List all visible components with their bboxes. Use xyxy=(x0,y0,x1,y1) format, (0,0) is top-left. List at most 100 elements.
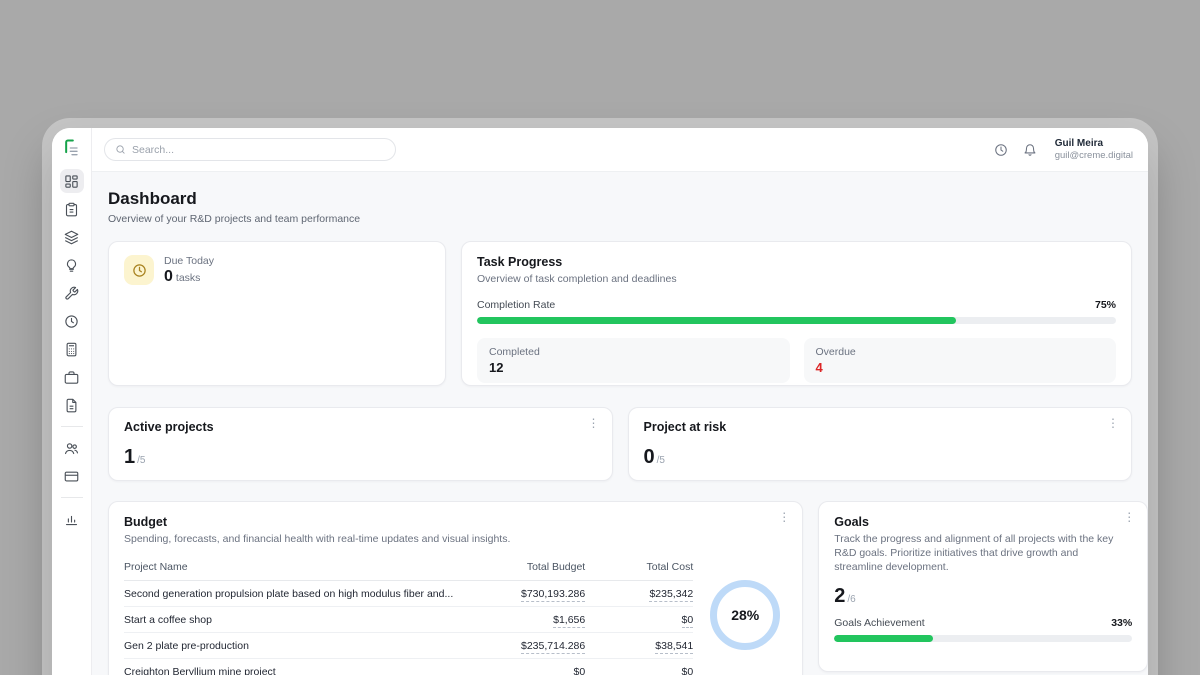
project-name: Creighton Beryllium mine project xyxy=(124,666,463,675)
lightbulb-icon xyxy=(64,258,79,273)
users-icon xyxy=(64,441,79,456)
total-cost-value[interactable]: $0 xyxy=(682,666,694,675)
budget-donut-area: 28% xyxy=(703,558,787,675)
row-summary: Due Today 0tasks Task Progress Overview … xyxy=(108,241,1132,386)
goals-achievement-value: 33% xyxy=(1111,617,1132,629)
user-email: guil@creme.digital xyxy=(1055,150,1133,161)
dashboard-content: Dashboard Overview of your R&D projects … xyxy=(92,172,1148,675)
sidebar-item-portfolio[interactable] xyxy=(60,365,84,389)
sidebar-item-projects[interactable] xyxy=(60,225,84,249)
active-projects-card: ⋮ Active projects 1/5 xyxy=(108,407,613,481)
overdue-label: Overdue xyxy=(816,346,1105,358)
sidebar-item-tasks[interactable] xyxy=(60,197,84,221)
table-row: Creighton Beryllium mine project $0 $0 xyxy=(124,659,693,675)
sidebar-item-dashboard[interactable] xyxy=(60,169,84,193)
total-cost-value[interactable]: $38,541 xyxy=(655,640,693,654)
column-project-name: Project Name xyxy=(124,561,463,573)
sidebar-item-ideas[interactable] xyxy=(60,253,84,277)
task-progress-subtitle: Overview of task completion and deadline… xyxy=(477,272,1116,286)
due-today-clock-badge xyxy=(124,255,154,285)
due-today-unit: tasks xyxy=(176,272,201,284)
layers-icon xyxy=(64,230,79,245)
completed-stat-box: Completed 12 xyxy=(477,338,790,383)
calculator-icon xyxy=(64,342,79,357)
clock-icon xyxy=(994,143,1008,157)
table-row: Start a coffee shop $1,656 $0 xyxy=(124,607,693,633)
sidebar-item-billing[interactable] xyxy=(60,464,84,488)
row-projects: ⋮ Active projects 1/5 ⋮ Project at risk … xyxy=(108,407,1132,481)
sidebar-item-calculator[interactable] xyxy=(60,337,84,361)
sidebar-nav xyxy=(60,169,84,531)
due-today-value: 0 xyxy=(164,268,173,285)
search-input[interactable] xyxy=(132,144,385,156)
goals-value: 2 xyxy=(834,585,845,607)
credit-card-icon xyxy=(64,469,79,484)
table-row: Gen 2 plate pre-production $235,714.286 … xyxy=(124,633,693,659)
task-progress-card: Task Progress Overview of task completio… xyxy=(461,241,1132,386)
project-name: Start a coffee shop xyxy=(124,614,463,626)
goals-subtitle: Track the progress and alignment of all … xyxy=(834,532,1122,575)
app-window: V1.0 Guil Meira xyxy=(52,128,1148,675)
search-icon xyxy=(115,144,126,155)
completed-label: Completed xyxy=(489,346,778,358)
sidebar-divider xyxy=(61,497,83,498)
main-area: Guil Meira guil@creme.digital Dashboard … xyxy=(92,128,1148,675)
budget-card: ⋮ Budget Spending, forecasts, and financ… xyxy=(108,501,803,675)
goals-menu-button[interactable]: ⋮ xyxy=(1123,511,1135,523)
wrench-icon xyxy=(64,286,79,301)
budget-percent-donut: 28% xyxy=(710,580,780,650)
sidebar-item-team[interactable] xyxy=(60,436,84,460)
total-budget-value[interactable]: $235,714.286 xyxy=(521,640,585,654)
sidebar-item-tools[interactable] xyxy=(60,281,84,305)
bar-chart-icon xyxy=(64,512,79,527)
goals-achievement-label: Goals Achievement xyxy=(834,617,924,629)
task-progress-title: Task Progress xyxy=(477,255,1116,269)
total-budget-value[interactable]: $1,656 xyxy=(553,614,585,628)
sidebar-item-reports[interactable] xyxy=(60,507,84,531)
dashboard-grid-icon xyxy=(64,174,79,189)
bell-icon xyxy=(1023,143,1037,157)
due-today-card: Due Today 0tasks xyxy=(108,241,446,386)
due-today-label: Due Today xyxy=(164,255,214,267)
history-button[interactable] xyxy=(994,143,1008,157)
app-logo[interactable] xyxy=(61,137,83,159)
project-at-risk-total: /5 xyxy=(657,455,665,466)
sidebar-item-time[interactable] xyxy=(60,309,84,333)
budget-subtitle: Spending, forecasts, and financial healt… xyxy=(124,532,787,546)
total-budget-value[interactable]: $730,193.286 xyxy=(521,588,585,602)
active-projects-menu-button[interactable]: ⋮ xyxy=(588,417,600,429)
clock-icon xyxy=(64,314,79,329)
logo-icon xyxy=(62,138,82,158)
sidebar: V1.0 xyxy=(52,128,92,675)
goals-total: /6 xyxy=(847,594,855,605)
column-total-cost: Total Cost xyxy=(585,561,693,573)
completion-progress-fill xyxy=(477,317,956,324)
completed-value: 12 xyxy=(489,360,778,375)
user-menu[interactable]: Guil Meira guil@creme.digital xyxy=(1055,138,1133,161)
overdue-stat-box: Overdue 4 xyxy=(804,338,1117,383)
page-title: Dashboard xyxy=(108,189,1132,209)
clock-icon xyxy=(132,263,147,278)
budget-percent-value: 28% xyxy=(731,607,759,623)
project-at-risk-value: 0 xyxy=(644,446,655,468)
active-projects-value: 1 xyxy=(124,446,135,468)
row-budget-goals: ⋮ Budget Spending, forecasts, and financ… xyxy=(108,501,1132,675)
total-cost-value[interactable]: $235,342 xyxy=(649,588,693,602)
desktop-background: V1.0 Guil Meira xyxy=(0,0,1200,675)
total-budget-value[interactable]: $0 xyxy=(574,666,586,675)
total-cost-value[interactable]: $0 xyxy=(682,614,694,628)
search-input-wrap xyxy=(104,138,396,161)
project-at-risk-menu-button[interactable]: ⋮ xyxy=(1107,417,1119,429)
clipboard-icon xyxy=(64,202,79,217)
sidebar-item-documents[interactable] xyxy=(60,393,84,417)
budget-title: Budget xyxy=(124,515,787,529)
project-at-risk-card: ⋮ Project at risk 0/5 xyxy=(628,407,1133,481)
project-at-risk-title: Project at risk xyxy=(644,420,1117,434)
overdue-value: 4 xyxy=(816,360,1105,375)
budget-menu-button[interactable]: ⋮ xyxy=(778,511,790,523)
sidebar-divider xyxy=(61,426,83,427)
active-projects-total: /5 xyxy=(137,455,145,466)
notifications-button[interactable] xyxy=(1023,143,1037,157)
user-name: Guil Meira xyxy=(1055,138,1133,149)
project-name: Second generation propulsion plate based… xyxy=(124,588,463,600)
